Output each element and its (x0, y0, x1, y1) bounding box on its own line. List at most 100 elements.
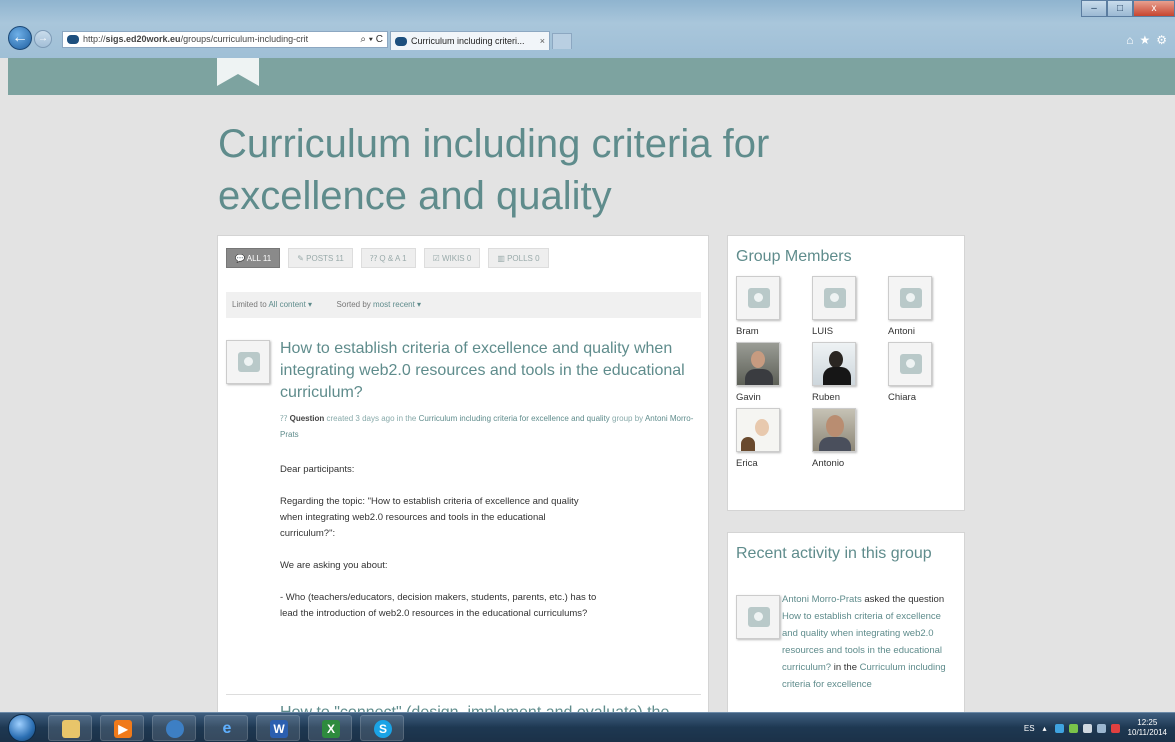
activity-avatar[interactable] (736, 595, 780, 639)
sorted-prefix: Sorted by (336, 300, 371, 309)
tray-chevron-icon[interactable]: ▴ (1043, 724, 1047, 733)
clock-date: 10/11/2014 (1127, 728, 1167, 737)
group-members-card: Group Members Bram LUIS Antoni Gavin Rub… (727, 235, 965, 511)
new-tab-button[interactable] (552, 33, 572, 49)
language-indicator[interactable]: ES (1024, 724, 1035, 733)
filter-qa-button[interactable]: ⁇ Q & A 1 (360, 248, 416, 268)
clock-time: 12:25 (1137, 718, 1158, 727)
post-title-link[interactable]: How to establish criteria of excellence … (280, 338, 700, 404)
tab-close-icon[interactable]: × (540, 32, 545, 50)
post-paragraph: Regarding the topic: "How to establish c… (280, 496, 579, 539)
back-button[interactable]: ← (8, 26, 32, 50)
member-chiara[interactable]: Chiara (888, 342, 964, 404)
post-group-link[interactable]: Curriculum including criteria for excell… (419, 414, 610, 423)
filter-qa-label: Q & A 1 (379, 254, 407, 263)
minimize-button[interactable]: – (1081, 0, 1107, 17)
member-photo[interactable] (812, 408, 856, 452)
activity-item: Antoni Morro-Prats asked the question Ho… (782, 591, 958, 693)
command-icons: ⌂ ★ ⚙ (1126, 33, 1167, 47)
post-paragraph: We are asking you about: (280, 560, 388, 571)
filter-polls-button[interactable]: ▥ POLLS 0 (488, 248, 549, 268)
member-avatar[interactable] (812, 276, 856, 320)
flag-icon[interactable] (1054, 723, 1064, 733)
media-player-icon[interactable]: ▶ (100, 715, 144, 741)
site-header-band (8, 58, 1175, 95)
member-name: Gavin (736, 392, 761, 403)
group-content-card: 💬 ALL 11 ✎ POSTS 11 ⁇ Q & A 1 ☑ WIKIS 0 … (217, 235, 709, 715)
member-bram[interactable]: Bram (736, 276, 812, 338)
filter-posts-button[interactable]: ✎ POSTS 11 (288, 248, 353, 268)
limited-dropdown[interactable]: All content ▾ (268, 300, 312, 309)
home-icon[interactable]: ⌂ (1126, 33, 1133, 47)
url-domain: sigs.ed20work.eu (105, 34, 181, 44)
internet-explorer-icon[interactable]: e (204, 715, 248, 741)
tray-icons (1054, 723, 1120, 733)
filter-wikis-button[interactable]: ☑ WIKIS 0 (423, 248, 481, 268)
member-name: Antonio (812, 458, 845, 469)
bookmark-icon (217, 58, 259, 86)
post-author-avatar[interactable] (226, 340, 270, 384)
favorites-star-icon[interactable]: ★ (1139, 33, 1150, 47)
skype-icon[interactable]: S (360, 715, 404, 741)
display-icon[interactable] (1082, 723, 1092, 733)
page-title: Curriculum including criteria for excell… (218, 122, 770, 218)
member-luis[interactable]: LUIS (812, 276, 888, 338)
member-name: Ruben (812, 392, 840, 403)
member-name: Chiara (888, 392, 916, 403)
address-bar[interactable]: http://sigs.ed20work.eu/groups/curriculu… (62, 31, 388, 48)
group-members-heading: Group Members (736, 248, 852, 265)
activity-actor-link[interactable]: Antoni Morro-Prats (782, 594, 862, 605)
post-type: Question (289, 414, 325, 423)
member-avatar[interactable] (736, 276, 780, 320)
member-antoni[interactable]: Antoni (888, 276, 964, 338)
start-button[interactable] (8, 714, 36, 742)
post-divider (226, 694, 701, 695)
filter-wikis-label: WIKIS 0 (441, 254, 472, 263)
url-scheme: http:// (83, 34, 106, 44)
member-name: LUIS (812, 326, 834, 337)
activity-verb: asked the question (864, 594, 945, 605)
member-gavin[interactable]: Gavin (736, 342, 812, 404)
member-name: Bram (736, 326, 759, 337)
network-tray-icon[interactable] (1096, 723, 1106, 733)
recent-activity-card: Recent activity in this group Antoni Mor… (727, 532, 965, 716)
explorer-icon[interactable] (48, 715, 92, 741)
excel-icon[interactable]: X (308, 715, 352, 741)
post-meta: ⁇ Question created 3 days ago in the Cur… (280, 411, 705, 443)
address-tools[interactable]: ⌕ ▾ C (360, 32, 383, 47)
post-body: Dear participants: Regarding the topic: … (280, 462, 600, 638)
word-icon[interactable]: W (256, 715, 300, 741)
filter-posts-label: POSTS 11 (306, 254, 344, 263)
members-grid: Bram LUIS Antoni Gavin Ruben Chiara Eric… (736, 276, 962, 470)
member-photo[interactable] (736, 342, 780, 386)
sorted-dropdown[interactable]: most recent ▾ (373, 300, 421, 309)
member-avatar[interactable] (888, 276, 932, 320)
forward-button[interactable]: → (34, 30, 52, 48)
member-photo[interactable] (736, 408, 780, 452)
member-name: Antoni (888, 326, 915, 337)
filter-all-button[interactable]: 💬 ALL 11 (226, 248, 281, 268)
member-photo[interactable] (812, 342, 856, 386)
site-favicon-icon (67, 35, 79, 44)
close-button[interactable]: x (1133, 0, 1175, 17)
tab-title: Curriculum including criteri... (411, 36, 525, 46)
post-paragraph: - Who (teachers/educators, decision make… (280, 592, 597, 619)
volume-icon[interactable] (1110, 723, 1120, 733)
maximize-button[interactable]: □ (1107, 0, 1133, 17)
filter-polls-label: POLLS 0 (507, 254, 540, 263)
tab-favicon-icon (395, 37, 407, 46)
member-erica[interactable]: Erica (736, 408, 812, 470)
member-name: Erica (736, 458, 758, 469)
tools-gear-icon[interactable]: ⚙ (1156, 33, 1167, 47)
question-icon: ⁇ (280, 414, 288, 423)
member-avatar[interactable] (888, 342, 932, 386)
clock[interactable]: 12:25 10/11/2014 (1128, 718, 1167, 738)
member-antonio[interactable]: Antonio (812, 408, 888, 470)
network-icon[interactable] (152, 715, 196, 741)
browser-tab[interactable]: Curriculum including criteri... × (390, 31, 550, 50)
system-tray: ES ▴ 12:25 10/11/2014 (1024, 715, 1167, 741)
recent-activity-heading: Recent activity in this group (736, 545, 932, 562)
member-ruben[interactable]: Ruben (812, 342, 888, 404)
limited-prefix: Limited to (232, 300, 267, 309)
antivirus-icon[interactable] (1068, 723, 1078, 733)
